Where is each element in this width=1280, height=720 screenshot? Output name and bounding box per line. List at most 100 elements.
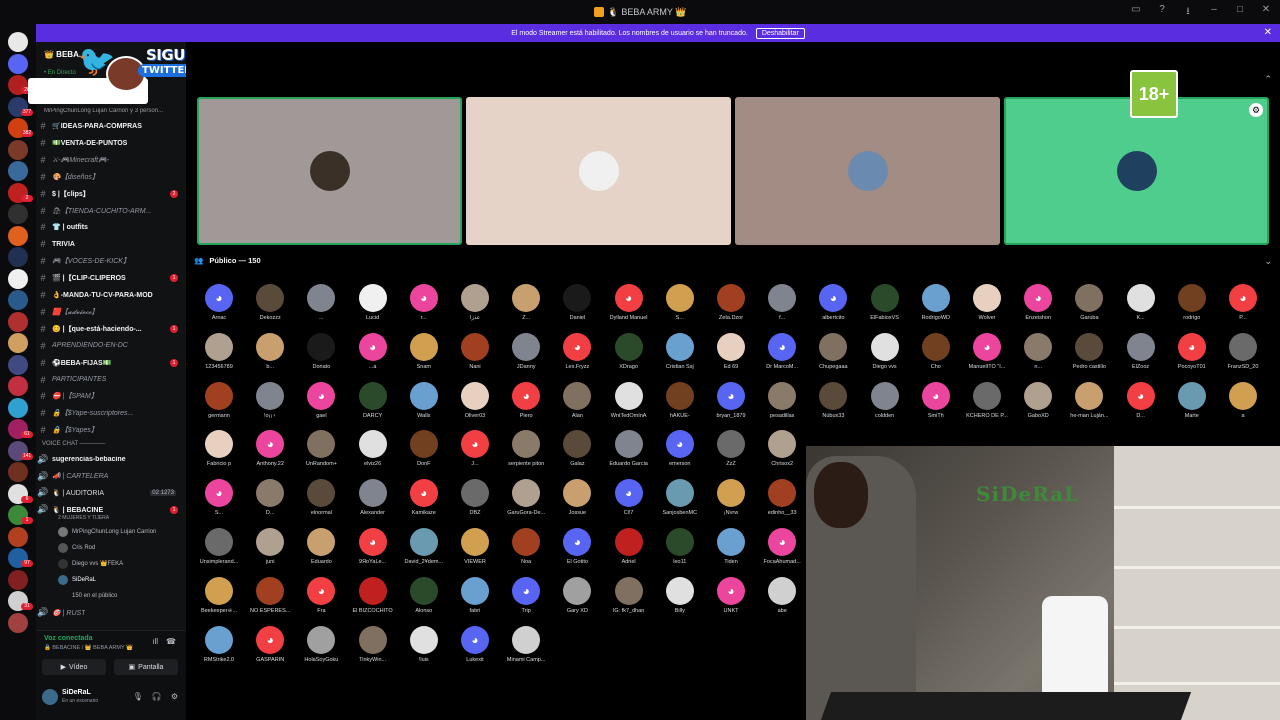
audience-member[interactable]: TinkyWin...	[348, 625, 398, 674]
audience-member[interactable]: ◕ Anthony.22	[245, 430, 295, 478]
channel-item[interactable]: # ⚔-🎮Minecraft🎮-	[36, 152, 186, 168]
channel-item[interactable]: # PARTICIPANTES	[36, 372, 186, 388]
audience-member[interactable]: ◕ ManuelITO "I...	[962, 332, 1012, 381]
audience-member[interactable]: HolaSoyGoku	[296, 625, 346, 674]
stage-user-item[interactable]: Diego vvs 👑FEKA	[58, 557, 123, 571]
audience-member[interactable]: Walls	[399, 381, 449, 430]
speaker-tile[interactable]: ⚙	[1004, 97, 1269, 245]
server-icon[interactable]	[8, 612, 28, 633]
audience-member[interactable]: ◕ Lex.Fryzz	[552, 332, 602, 381]
user-name[interactable]: SiDeRaL	[62, 689, 91, 696]
audience-member[interactable]: Snam	[399, 332, 449, 381]
audience-member[interactable]: serpiente piton	[501, 430, 551, 478]
audience-member[interactable]: f...	[757, 284, 807, 332]
audience-member[interactable]: Tiden	[706, 528, 756, 576]
download-icon[interactable]: ⭳	[1182, 4, 1194, 21]
close-icon[interactable]: ✕	[1260, 4, 1272, 21]
disconnect-icon[interactable]: ☎	[166, 637, 176, 646]
audience-member[interactable]: ◕ SmiTh	[911, 381, 961, 430]
audience-member[interactable]: NO ESPERES...	[245, 576, 295, 625]
audience-member[interactable]: ◕ S...	[194, 479, 244, 527]
audience-member[interactable]: ◕ Lukexit	[450, 625, 500, 674]
audience-member[interactable]: ◕ PocoyoT01	[1167, 332, 1217, 381]
audience-member[interactable]: ¡Nvrw	[706, 479, 756, 527]
audience-member[interactable]: Ed 69	[706, 332, 756, 381]
channel-item[interactable]: # APRENDIENDO-EN-DC	[36, 338, 186, 354]
channel-item[interactable]: # 🎮【VOCES-DE-KICK】	[36, 253, 186, 269]
audience-member[interactable]: hAKUE-	[655, 381, 705, 430]
stage-user-item[interactable]: MrPingChunLong Lujan Carrion	[58, 525, 156, 539]
audience-member[interactable]: WntTedOmInA	[604, 381, 654, 430]
maximize-icon[interactable]: □	[1234, 4, 1246, 21]
server-icon[interactable]	[8, 268, 28, 289]
audience-member[interactable]: Eduardo Garcia	[604, 430, 654, 478]
audience-member[interactable]: Diego vvs	[860, 332, 910, 381]
audience-member[interactable]: S...	[655, 284, 705, 332]
headphones-icon[interactable]: 🎧	[152, 692, 162, 701]
voice-channel-item[interactable]: 🔊 sugerencias-bebacine	[36, 451, 186, 467]
audience-member[interactable]: KCHERO DE P...	[962, 381, 1012, 430]
audience-member[interactable]: edinho__33	[757, 479, 807, 527]
channel-item[interactable]: # 😊 |【que-está-haciendo-... 1	[36, 321, 186, 337]
audience-member[interactable]: Nani	[450, 332, 500, 381]
server-icon[interactable]	[8, 462, 28, 482]
audience-member[interactable]: Minami Camp...	[501, 625, 551, 674]
audience-member[interactable]: Chupegaaa	[808, 332, 858, 381]
audience-member[interactable]: IG: fk7_dhan	[604, 576, 654, 625]
audience-member[interactable]: Marte	[1167, 381, 1217, 430]
channel-item[interactable]: # 🟥【𝓪𝓭𝓿𝓲𝓮𝓬𝓮】	[36, 304, 186, 320]
audience-member[interactable]: 123456789	[194, 332, 244, 381]
server-icon[interactable]	[8, 139, 28, 160]
audience-member[interactable]: b...	[245, 332, 295, 381]
audience-member[interactable]: El BIZCOCHITO	[348, 576, 398, 625]
audience-member[interactable]: juni	[245, 528, 295, 576]
voice-category-header[interactable]: VOICE CHAT ──────	[42, 441, 105, 447]
audience-member[interactable]: !luis	[399, 625, 449, 674]
audience-member[interactable]: K...	[1116, 284, 1166, 332]
audience-member[interactable]: ◕ GASPARIN	[245, 625, 295, 674]
server-icon[interactable]	[8, 161, 28, 181]
audience-member[interactable]: ◕ Dylland Manuel	[604, 284, 654, 332]
audience-member[interactable]: ◕ Arnac	[194, 284, 244, 332]
audience-member[interactable]: عذرا	[450, 284, 500, 332]
server-icon[interactable]	[8, 376, 28, 396]
audience-member[interactable]: FranzSD_20	[1218, 332, 1268, 381]
banner-close-icon[interactable]: ✕	[1264, 27, 1272, 38]
audience-member[interactable]: Nübux33	[808, 381, 858, 430]
audience-member[interactable]: Dekozzz	[245, 284, 295, 332]
audience-member[interactable]: he-man Luján...	[1064, 381, 1114, 430]
audience-member[interactable]: ◕ UNKT	[706, 576, 756, 625]
audience-member[interactable]: !o¡¡♀	[245, 381, 295, 430]
channel-item[interactable]: # TRIVIA	[36, 236, 186, 252]
audience-member[interactable]: DBZ	[450, 479, 500, 527]
audience-member[interactable]: ZzZ	[706, 430, 756, 478]
voice-channel-item[interactable]: 🔊 📣 | CARTELERA	[36, 468, 186, 484]
audience-member[interactable]: Eduardo	[296, 528, 346, 576]
audience-member[interactable]: ElFabioxVS	[860, 284, 910, 332]
audience-member[interactable]: Alonso	[399, 576, 449, 625]
channel-item[interactable]: # $ |【clips】 2	[36, 186, 186, 202]
server-icon[interactable]	[8, 569, 28, 590]
channel-item[interactable]: # 🎨【diseños】	[36, 169, 186, 185]
audience-member[interactable]: n...	[1013, 332, 1063, 381]
speaker-tile[interactable]	[197, 97, 462, 245]
audience-member[interactable]: Noa	[501, 528, 551, 576]
audience-member[interactable]: ◕ ...a	[348, 332, 398, 381]
speaker-tile[interactable]	[735, 97, 1000, 245]
audience-member[interactable]: GaboXD	[1013, 381, 1063, 430]
audience-member[interactable]: D...	[245, 479, 295, 527]
audience-member[interactable]: ◕ Kamikaze	[399, 479, 449, 527]
audience-member[interactable]: ◕ P...	[1218, 284, 1268, 332]
audience-member[interactable]: elviz26	[348, 430, 398, 478]
channel-item[interactable]: # 👕 | outfits	[36, 219, 186, 235]
channel-item[interactable]: # ⛔ |【SPAM】	[36, 388, 186, 404]
audience-member[interactable]: ◕ bryan_1879	[706, 381, 756, 430]
audience-member[interactable]: Garuba	[1064, 284, 1114, 332]
server-icon[interactable]	[8, 225, 28, 246]
audience-member[interactable]: Cristian Ssj	[655, 332, 705, 381]
audience-member[interactable]: a	[1218, 381, 1268, 430]
audience-member[interactable]: ◕ Cl!7	[604, 479, 654, 527]
screen-share-button[interactable]: ▣ Pantalla	[114, 659, 178, 675]
audience-member[interactable]: Alan	[552, 381, 602, 430]
audience-member[interactable]: ElZooz	[1116, 332, 1166, 381]
